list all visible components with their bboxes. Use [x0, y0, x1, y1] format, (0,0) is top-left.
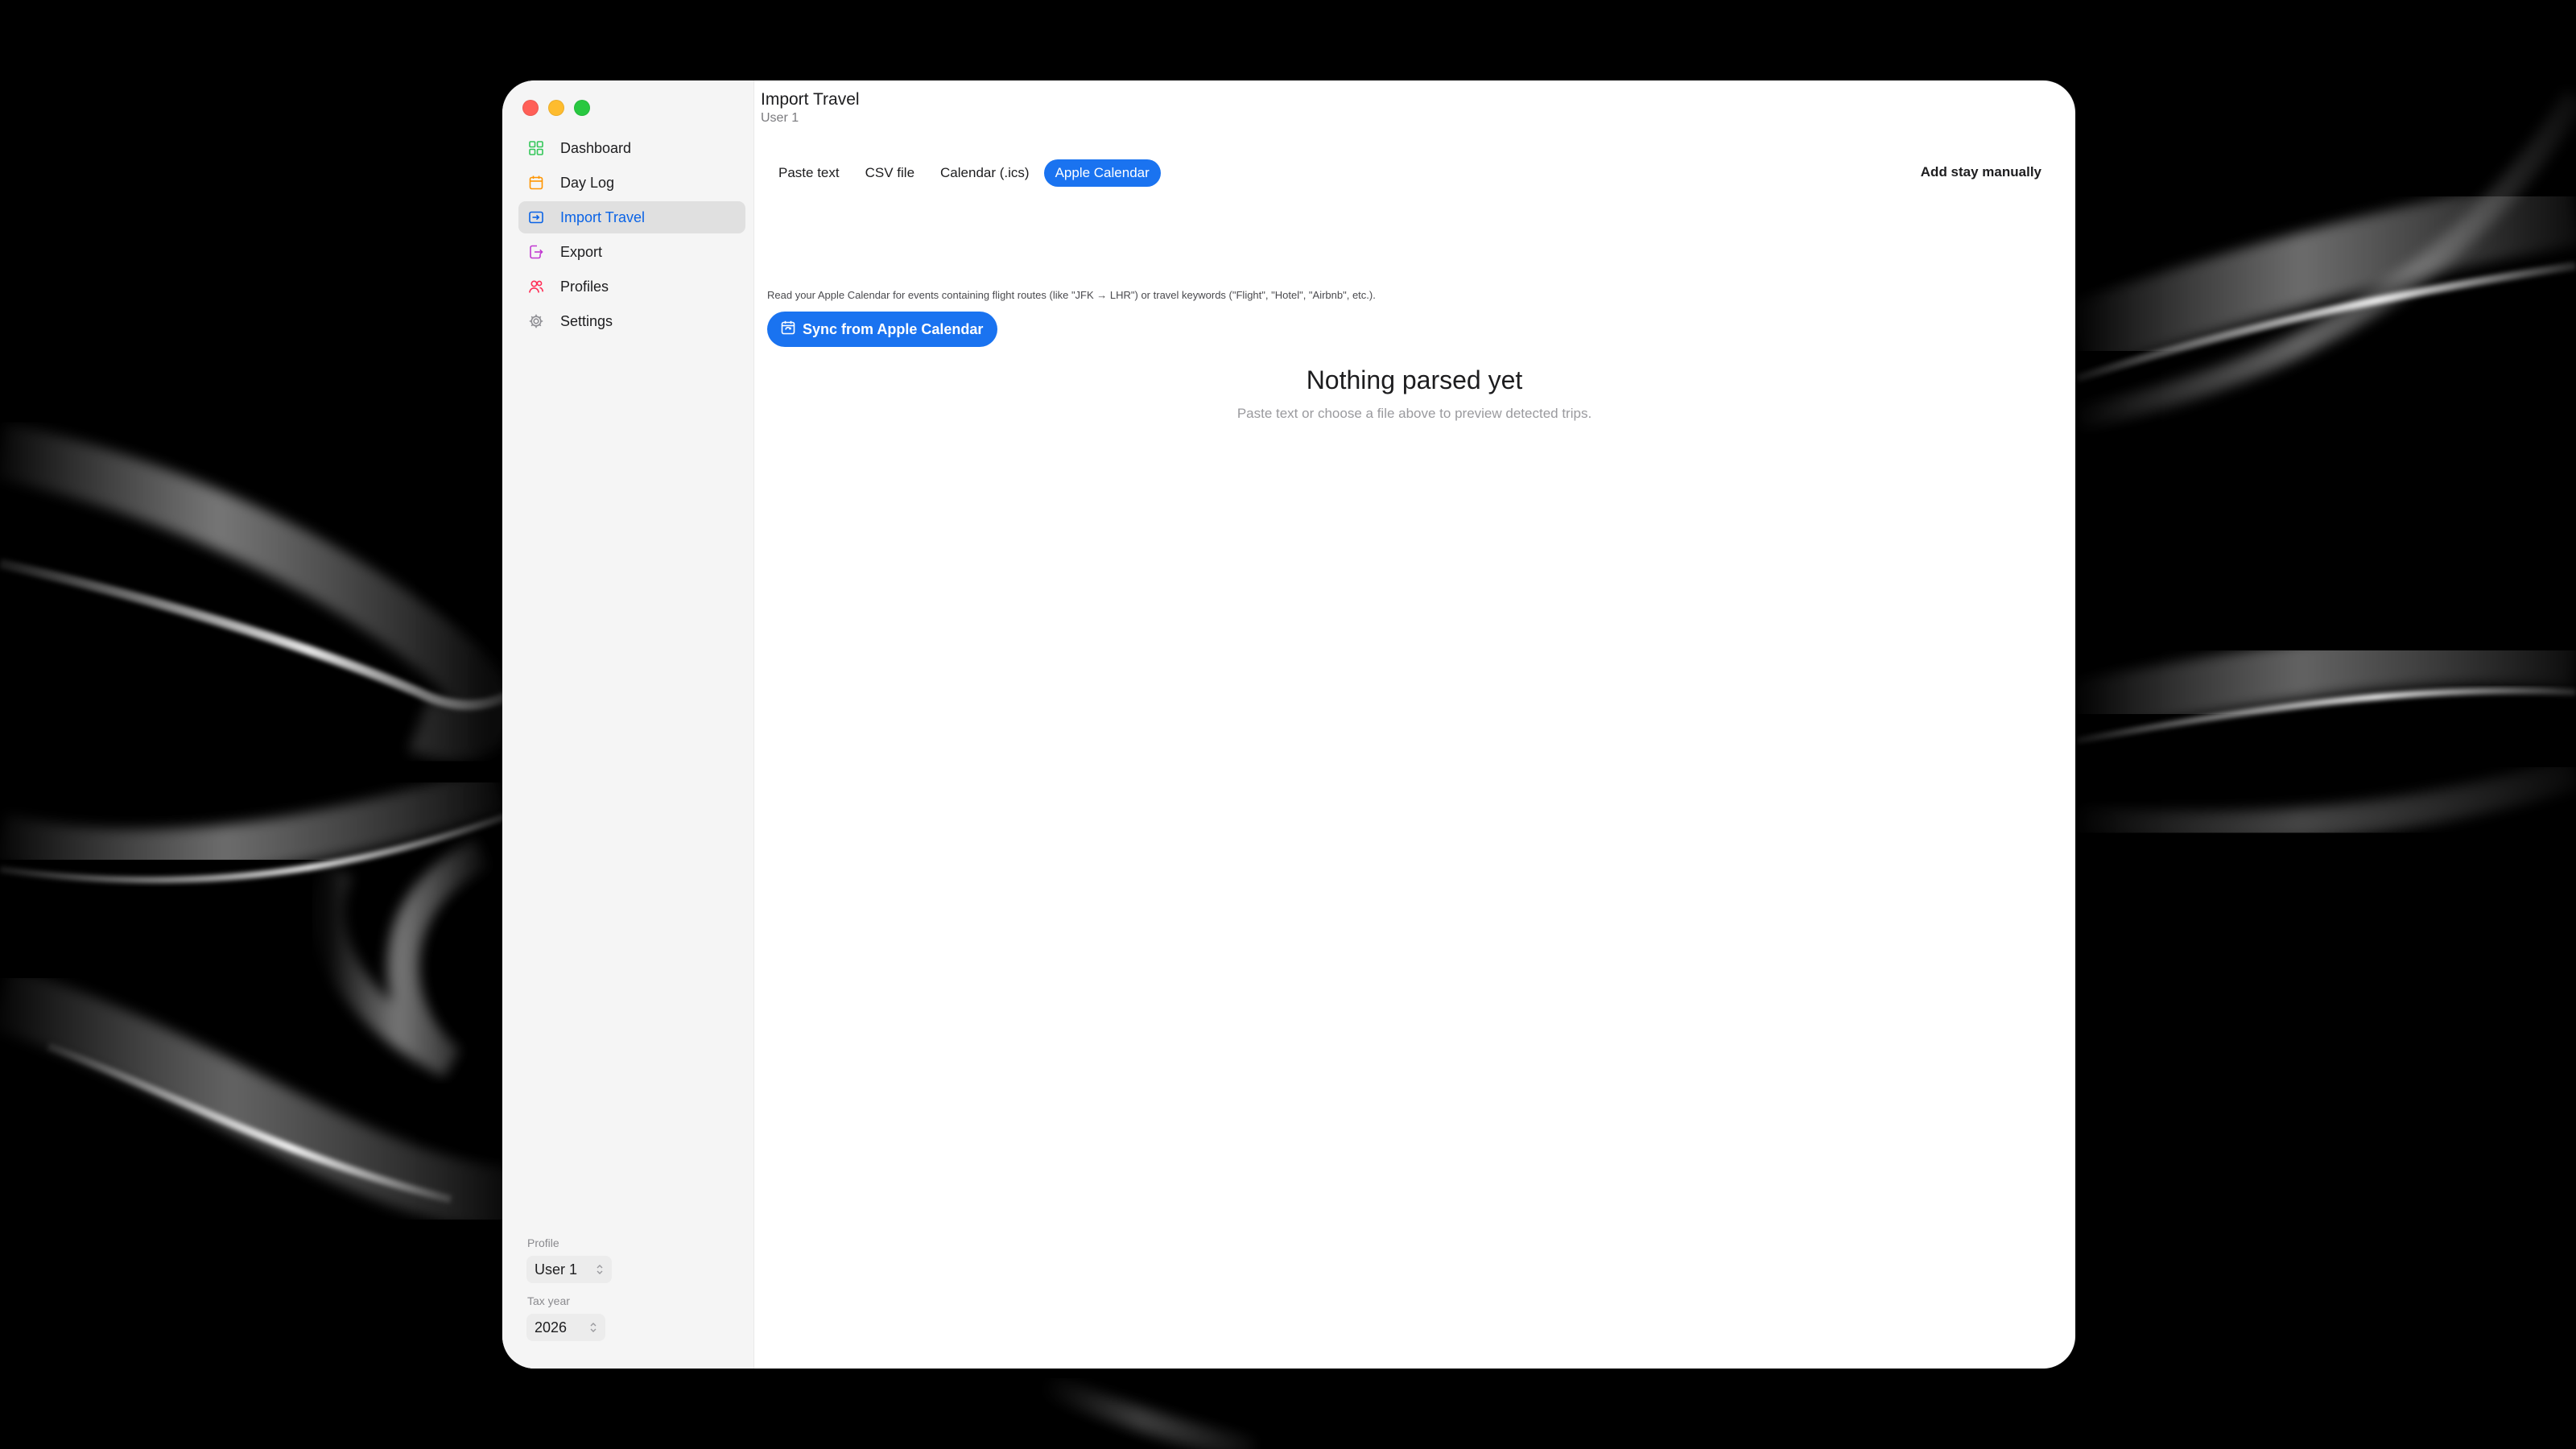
sidebar-item-import-travel[interactable]: Import Travel	[518, 201, 745, 233]
profile-label: Profile	[527, 1236, 559, 1249]
profile-picker-value: User 1	[535, 1261, 578, 1278]
export-icon	[526, 242, 546, 262]
tab-apple-calendar[interactable]: Apple Calendar	[1043, 159, 1161, 187]
calendar-sync-icon	[780, 320, 796, 340]
sidebar-nav: Dashboard Day Log Import Travel Export P…	[518, 132, 745, 340]
calendar-icon	[526, 173, 546, 192]
sidebar: Dashboard Day Log Import Travel Export P…	[502, 80, 754, 1368]
tax-year-picker-value: 2026	[535, 1319, 568, 1335]
profile-picker[interactable]: User 1	[526, 1256, 612, 1283]
sidebar-item-label: Profiles	[560, 278, 609, 295]
apple-calendar-description: Read your Apple Calendar for events cont…	[767, 289, 1376, 301]
zoom-window-button[interactable]	[574, 100, 590, 116]
sidebar-item-label: Export	[560, 243, 603, 260]
sidebar-item-profiles[interactable]: Profiles	[518, 270, 745, 303]
main-content: Import Travel User 1 Paste text CSV file…	[753, 80, 2075, 1368]
sidebar-item-export[interactable]: Export	[518, 236, 745, 268]
import-source-tabs: Paste text CSV file Calendar (.ics) Appl…	[767, 159, 1161, 187]
empty-state-subtitle: Paste text or choose a file above to pre…	[1236, 406, 1592, 421]
up-down-chevron-icon	[596, 1263, 604, 1276]
dashboard-icon	[526, 138, 546, 158]
minimize-window-button[interactable]	[548, 100, 564, 116]
tab-paste-text[interactable]: Paste text	[767, 159, 851, 187]
empty-state-title: Nothing parsed yet	[1306, 365, 1523, 394]
sidebar-item-dashboard[interactable]: Dashboard	[518, 132, 745, 164]
sync-button-label: Sync from Apple Calendar	[803, 320, 984, 337]
app-window: Dashboard Day Log Import Travel Export P…	[502, 80, 2075, 1368]
sidebar-item-day-log[interactable]: Day Log	[518, 167, 745, 199]
sidebar-item-label: Import Travel	[560, 208, 646, 225]
up-down-chevron-icon	[589, 1321, 597, 1334]
add-stay-manually-button[interactable]: Add stay manually	[1921, 164, 2041, 180]
sidebar-item-settings[interactable]: Settings	[518, 305, 745, 337]
tax-year-picker[interactable]: 2026	[526, 1314, 605, 1341]
sidebar-item-label: Dashboard	[560, 139, 632, 156]
import-icon	[526, 208, 546, 227]
page-subtitle: User 1	[761, 111, 799, 125]
people-icon	[526, 277, 546, 296]
tax-year-label: Tax year	[527, 1294, 570, 1307]
sidebar-item-label: Settings	[560, 312, 613, 329]
tab-calendar-ics[interactable]: Calendar (.ics)	[929, 159, 1041, 187]
window-controls	[522, 100, 590, 116]
sidebar-item-label: Day Log	[560, 174, 615, 191]
sync-apple-calendar-button[interactable]: Sync from Apple Calendar	[767, 312, 998, 347]
page-title: Import Travel	[761, 90, 860, 109]
gear-icon	[526, 312, 546, 331]
tab-csv-file[interactable]: CSV file	[854, 159, 926, 187]
close-window-button[interactable]	[522, 100, 539, 116]
